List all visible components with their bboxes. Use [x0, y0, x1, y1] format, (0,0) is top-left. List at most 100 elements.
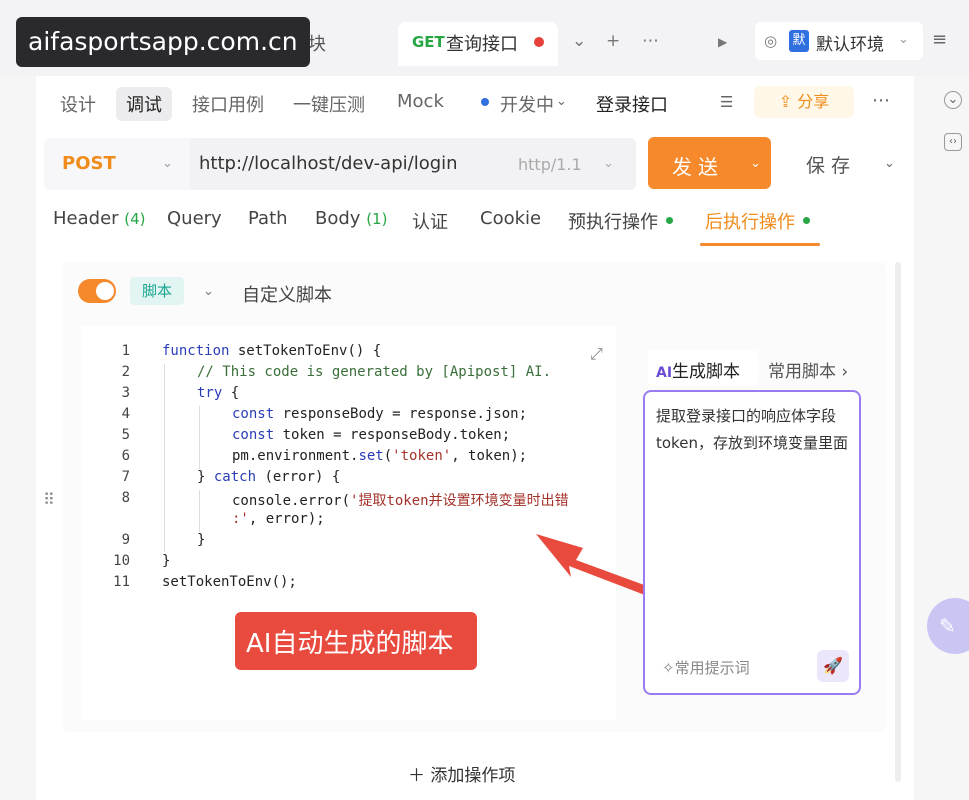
subtab-cases[interactable]: 接口用例 — [192, 91, 264, 117]
script-type-tag[interactable]: 脚本 — [130, 277, 184, 305]
code-token: { — [222, 385, 240, 401]
tab-body[interactable]: Body (1) — [315, 208, 387, 229]
tab-ai-generate-label: 生成脚本 — [672, 362, 741, 382]
chevron-down-icon[interactable]: ⌄ — [572, 31, 586, 51]
send-label: 发送 — [672, 155, 724, 179]
format-icon[interactable]: ☰ — [720, 93, 733, 111]
code-token: console.error( — [232, 493, 351, 509]
api-name[interactable]: 登录接口 — [596, 91, 668, 117]
subtab-debug[interactable]: 调试 — [116, 87, 172, 121]
chevron-circle-icon[interactable]: ⌄ — [944, 91, 962, 109]
code-token: , error); — [248, 511, 325, 527]
code-line: const responseBody = response.json; — [232, 406, 527, 422]
line-number: 8 — [121, 490, 130, 506]
line-number: 1 — [121, 343, 130, 359]
tab-header[interactable]: Header (4) — [53, 208, 146, 229]
code-token: ( — [383, 448, 393, 464]
subtab-mock[interactable]: Mock — [397, 91, 444, 112]
code-token: set — [358, 448, 384, 464]
line-number: 7 — [121, 469, 130, 485]
tab-path[interactable]: Path — [248, 208, 288, 229]
code-line: :', error); — [232, 511, 325, 527]
tab-post-script[interactable]: 后执行操作 — [705, 208, 795, 234]
url-input[interactable]: http://localhost/dev-api/login — [199, 153, 458, 174]
rocket-icon[interactable]: 🚀 — [817, 650, 849, 682]
sparkle-icon: ✧ — [662, 659, 675, 677]
ai-prompt-input[interactable]: 提取登录接口的响应体字段token，存放到环境变量里面 — [656, 403, 852, 457]
subtab-design[interactable]: 设计 — [60, 91, 96, 117]
active-tab-underline — [700, 243, 820, 246]
status-dot-icon — [481, 98, 489, 106]
annotation-label: AI自动生成的脚本 — [246, 629, 454, 659]
tab-header-count: (4) — [124, 210, 146, 228]
active-dot-icon — [666, 217, 673, 224]
active-dot-icon — [803, 217, 810, 224]
add-tab-icon[interactable]: + — [606, 31, 620, 51]
tab-ai-generate[interactable]: AI生成脚本 — [656, 357, 740, 382]
more-icon[interactable]: ⋯ — [872, 90, 890, 111]
share-button[interactable]: ⇪ 分享 — [754, 86, 854, 118]
expand-icon[interactable]: ⤢ — [590, 344, 603, 364]
more-tabs-icon[interactable]: ⋯ — [642, 31, 659, 51]
tab-common-label: 常用脚本 — [768, 362, 836, 382]
play-icon[interactable]: ▶ — [718, 35, 727, 49]
menu-icon[interactable]: ≡ — [932, 29, 947, 50]
chevron-down-icon: ⌄ — [603, 156, 614, 171]
floating-assistant-button[interactable]: ✎ — [927, 598, 969, 654]
subtab-stress-test[interactable]: 一键压测 — [293, 91, 365, 117]
code-icon[interactable]: ‹› — [944, 133, 962, 151]
line-number: 6 — [121, 448, 130, 464]
tab-method-badge: GET — [412, 33, 445, 51]
code-token: const — [232, 427, 275, 443]
code-line: setTokenToEnv(); — [162, 574, 297, 590]
env-badge: 默 — [789, 30, 809, 52]
line-number: 10 — [113, 553, 130, 569]
unsaved-dot-icon — [534, 37, 544, 47]
drag-handle-icon[interactable]: ⠿ — [43, 490, 55, 509]
chevron-down-icon: ⌄ — [162, 156, 173, 171]
tab-cookie[interactable]: Cookie — [480, 208, 541, 229]
settings-icon: ◎ — [764, 32, 778, 50]
tab-query[interactable]: Query — [167, 208, 222, 229]
add-operation-button[interactable]: ＋ 添加操作项 — [408, 761, 515, 786]
code-token: responseBody = response.json; — [274, 406, 528, 422]
scrollbar[interactable] — [895, 262, 901, 782]
http-version-select[interactable]: http/1.1 — [518, 155, 582, 174]
code-token: catch — [213, 469, 257, 485]
code-token: } — [197, 469, 214, 485]
code-token: pm.environment. — [232, 448, 359, 464]
chevron-down-icon: ⌄ — [898, 32, 909, 47]
tab-common-scripts[interactable]: 常用脚本 › — [768, 357, 848, 382]
tab-body-label: Body — [315, 208, 361, 229]
code-line: } — [197, 532, 206, 548]
code-line: } — [162, 553, 171, 569]
code-line: try { — [197, 385, 239, 401]
chevron-down-icon: ⌄ — [556, 94, 567, 109]
code-token: function — [162, 343, 230, 359]
code-line: function setTokenToEnv() { — [162, 343, 381, 359]
indent-guide — [199, 406, 200, 469]
chevron-down-icon[interactable]: ⌄ — [203, 284, 214, 299]
code-token: , token); — [451, 448, 528, 464]
prompt-hints-label: 常用提示词 — [674, 659, 750, 677]
line-number: 5 — [121, 427, 130, 443]
tab-auth[interactable]: 认证 — [412, 208, 448, 234]
tab-title: 查询接口 — [446, 34, 518, 55]
save-button[interactable]: 保存 — [806, 151, 856, 178]
code-token: token = responseBody.token; — [274, 427, 511, 443]
code-line: console.error('提取token并设置环境变量时出错 — [232, 490, 569, 510]
indent-guide — [164, 364, 165, 552]
code-token: (error) { — [256, 469, 341, 485]
toggle-knob — [96, 282, 114, 300]
prompt-hints-button[interactable]: ✧常用提示词 — [662, 657, 750, 678]
chevron-down-icon[interactable]: ⌄ — [750, 156, 761, 171]
env-name: 默认环境 — [816, 35, 884, 55]
watermark-overlay: aifasportsapp.com.cn — [16, 17, 310, 67]
method-label: POST — [62, 153, 116, 174]
code-token: setTokenToEnv() { — [229, 343, 382, 359]
code-token: :' — [232, 511, 249, 527]
code-token: '提取token并设置环境变量时出错 — [350, 493, 569, 509]
status-select[interactable]: 开发中 — [500, 91, 554, 117]
chevron-down-icon[interactable]: ⌄ — [884, 156, 895, 171]
tab-pre-script[interactable]: 预执行操作 — [568, 208, 658, 234]
